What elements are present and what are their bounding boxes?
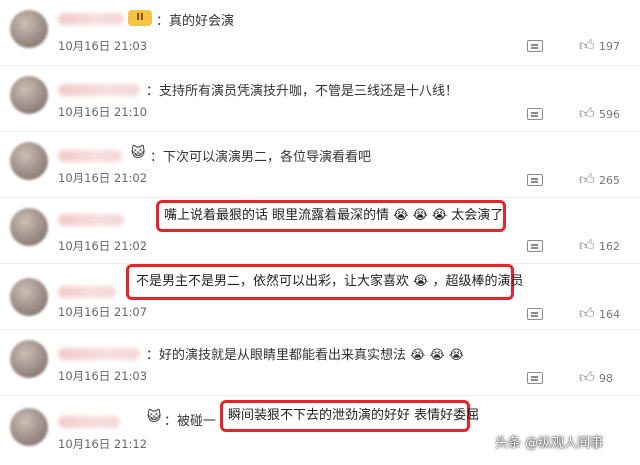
like-count: 164: [599, 308, 620, 321]
comment-item: 嘴上说着最狠的话 眼里流露着最深的情 😭 😭 😭 太会演了 10月16日 21:…: [0, 198, 640, 264]
username-blurred[interactable]: [58, 13, 124, 25]
like-count: 98: [599, 372, 613, 385]
comment-time: 10月16日 21:12: [58, 437, 148, 451]
username-blurred[interactable]: [58, 84, 140, 96]
avatar[interactable]: [10, 76, 48, 114]
thumbs-up-icon[interactable]: 👍︎: [579, 368, 595, 386]
thumbs-up-icon[interactable]: 👍︎: [579, 104, 595, 122]
avatar[interactable]: [10, 208, 48, 246]
comment-text: ：支持所有演员凭演技升咖，不管是三线还是十八线！: [146, 84, 459, 99]
comment-time: 10月16日 21:02: [58, 171, 148, 185]
comment-item: 😺 ：被碰一 瞬间装狠不下去的泄劲演的好好 表情好委屈 10月16日 21:12: [0, 396, 640, 465]
username-blurred[interactable]: [58, 348, 140, 360]
thumbs-up-icon[interactable]: 👍︎: [579, 236, 595, 254]
comment-list: II ：真的好会演 10月16日 21:03 👍︎ 197 ：支持所有演员凭演技…: [0, 0, 640, 465]
fan-badge-icon: 😺: [130, 145, 146, 161]
comment-icon[interactable]: [527, 40, 543, 52]
like-count: 265: [599, 174, 620, 187]
comment-item: ：支持所有演员凭演技升咖，不管是三线还是十八线！ 10月16日 21:10 👍︎…: [0, 66, 640, 132]
comment-icon[interactable]: [527, 174, 543, 186]
comment-item: II ：真的好会演 10月16日 21:03 👍︎ 197: [0, 0, 640, 66]
comment-icon[interactable]: [527, 372, 543, 384]
avatar[interactable]: [10, 142, 48, 180]
comment-text: ：好的演技就是从眼睛里都能看出来真实想法 😭 😭 😭: [146, 348, 464, 363]
thumbs-up-icon[interactable]: 👍︎: [579, 170, 595, 188]
comment-time: 10月16日 21:02: [58, 239, 148, 253]
comment-text-prefix: ：被碰一: [164, 414, 217, 429]
comment-text: ：真的好会演: [156, 14, 235, 29]
comment-text: 不是男主不是男二，依然可以出彩，让大家喜欢 😭 ，超级棒的演员: [136, 274, 524, 289]
username-blurred[interactable]: [58, 416, 120, 428]
comment-time: 10月16日 21:07: [58, 305, 148, 319]
comment-time: 10月16日 21:03: [58, 369, 148, 383]
avatar[interactable]: [10, 10, 48, 48]
watermark: 头条 @纵观人间事: [495, 436, 604, 451]
comment-item: 不是男主不是男二，依然可以出彩，让大家喜欢 😭 ，超级棒的演员 10月16日 2…: [0, 264, 640, 330]
comment-text: ：下次可以演演男二，各位导演看看吧: [150, 150, 372, 165]
like-count: 162: [599, 240, 620, 253]
comment-time: 10月16日 21:03: [58, 39, 148, 53]
comment-icon[interactable]: [527, 240, 543, 252]
comment-icon[interactable]: [527, 108, 543, 120]
fan-badge-icon: 😺: [146, 409, 162, 425]
comment-item: ：好的演技就是从眼睛里都能看出来真实想法 😭 😭 😭 10月16日 21:03 …: [0, 330, 640, 396]
thumbs-up-icon[interactable]: 👍︎: [579, 36, 595, 54]
avatar[interactable]: [10, 408, 48, 446]
comment-text: 嘴上说着最狠的话 眼里流露着最深的情 😭 😭 😭 太会演了: [164, 208, 504, 223]
comment-text: 瞬间装狠不下去的泄劲演的好好 表情好委屈: [228, 408, 480, 423]
thumbs-up-icon[interactable]: 👍︎: [579, 304, 595, 322]
comment-time: 10月16日 21:10: [58, 105, 148, 119]
comment-icon[interactable]: [527, 308, 543, 320]
like-count: 197: [599, 40, 620, 53]
avatar[interactable]: [10, 278, 48, 316]
username-blurred[interactable]: [58, 286, 116, 298]
avatar[interactable]: [10, 340, 48, 378]
comment-item: 😺 ：下次可以演演男二，各位导演看看吧 10月16日 21:02 👍︎ 265: [0, 132, 640, 198]
username-blurred[interactable]: [58, 214, 124, 226]
vip-crown-badge: II: [128, 10, 152, 26]
username-blurred[interactable]: [58, 150, 122, 162]
like-count: 596: [599, 108, 620, 121]
